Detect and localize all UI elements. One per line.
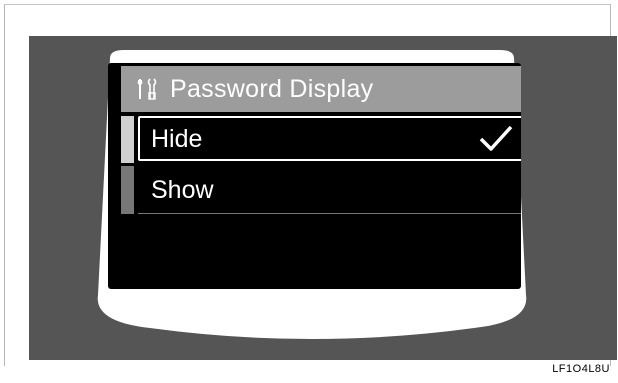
option-show[interactable]: Show (121, 166, 521, 214)
option-indicator-tab (121, 116, 134, 163)
divider (138, 213, 521, 214)
figure-code: LF1O4L8U (552, 363, 610, 375)
settings-tools-icon (134, 76, 160, 102)
option-label: Show (151, 175, 214, 204)
display-screen: Password Display Hide Show (108, 63, 521, 289)
screen-header: Password Display (121, 66, 521, 112)
screen-title: Password Display (170, 74, 374, 103)
option-hide[interactable]: Hide (121, 116, 521, 163)
option-label: Hide (151, 125, 203, 153)
checkmark-icon (479, 125, 513, 151)
option-indicator-tab (121, 166, 134, 214)
